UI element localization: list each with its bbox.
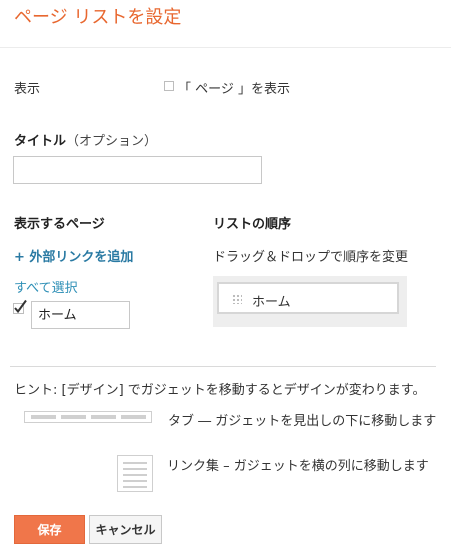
checkmark-icon [13, 299, 27, 314]
title-divider [0, 47, 451, 48]
title-label-text: タイトル [14, 134, 67, 149]
tabs-layout-text: タブ ― ガジェットを見出しの下に移動します [168, 414, 437, 429]
tabs-layout-icon [24, 411, 152, 423]
show-pages-checkbox[interactable] [164, 81, 174, 91]
hint-text: ヒント: [デザイン] でガジェットを移動するとデザインが変わります。 [14, 383, 426, 398]
drag-handle-icon[interactable] [232, 294, 242, 304]
order-item[interactable]: ホーム [217, 282, 399, 314]
list-layout-icon [117, 455, 153, 492]
page-home-checkbox[interactable] [13, 299, 27, 315]
select-all-link[interactable]: すべて選択 [14, 277, 78, 296]
cancel-button[interactable]: キャンセル [89, 515, 162, 544]
title-input[interactable] [13, 156, 262, 184]
title-field-label: タイトル（オプション） [14, 130, 157, 149]
display-label: 表示 [14, 82, 41, 97]
list-layout-text: リンク集 – ガジェットを横の列に移動します [167, 459, 429, 474]
show-pages-checkbox-label[interactable]: 「 ページ 」を表示 [178, 78, 290, 97]
order-item-label: ホーム [252, 295, 291, 310]
order-heading: リストの順序 [213, 217, 292, 232]
page-home-title-field[interactable]: ホーム [31, 301, 130, 329]
order-list: ホーム [213, 276, 407, 327]
order-instruction: ドラッグ＆ドロップで順序を変更 [213, 250, 409, 265]
pages-heading: 表示するページ [14, 217, 105, 232]
save-button[interactable]: 保存 [14, 515, 85, 544]
dialog-title: ページ リストを設定 [14, 7, 182, 28]
title-optional-note: （オプション） [66, 134, 158, 149]
section-divider [10, 366, 436, 367]
add-external-link[interactable]: + 外部リンクを追加 [14, 246, 133, 265]
